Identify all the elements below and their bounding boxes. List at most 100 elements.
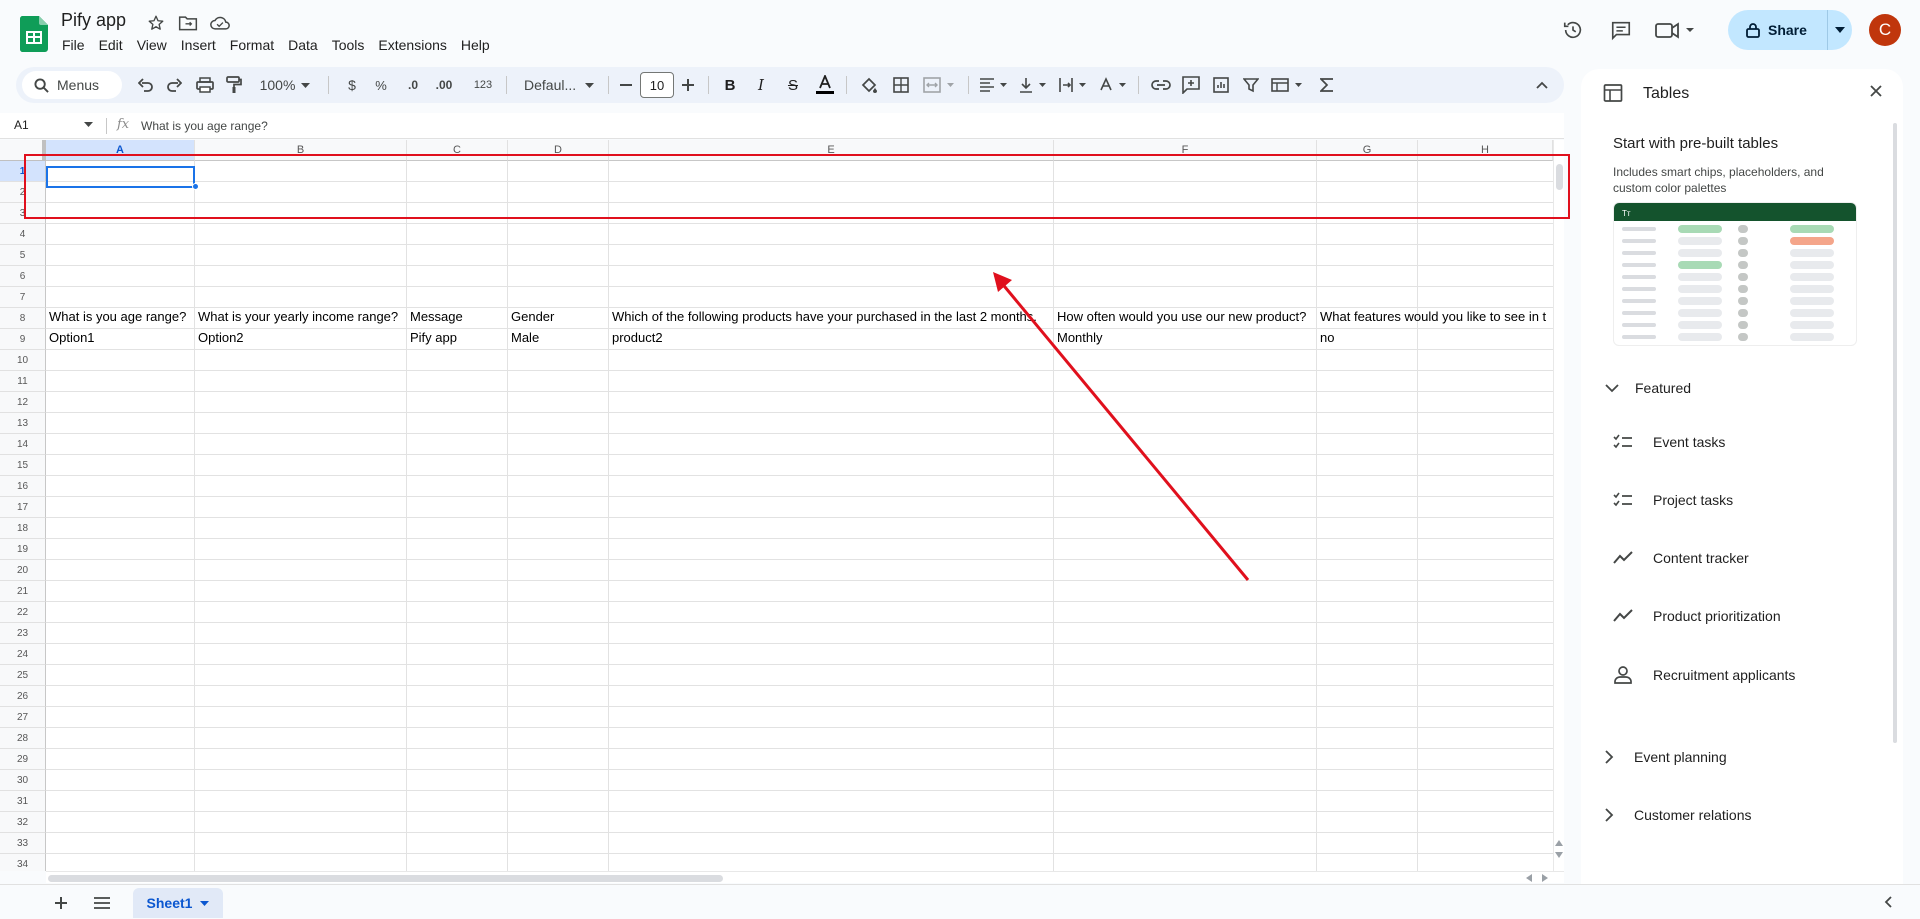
menu-format[interactable]: Format: [223, 36, 281, 54]
comments-icon[interactable]: [1601, 10, 1641, 50]
row-header-26[interactable]: 26: [0, 686, 46, 707]
row-header-15[interactable]: 15: [0, 455, 46, 476]
share-button[interactable]: Share: [1728, 10, 1852, 50]
row-header-30[interactable]: 30: [0, 770, 46, 791]
italic-icon[interactable]: I: [750, 73, 772, 97]
template-content-tracker[interactable]: Content tracker: [1613, 550, 1749, 566]
star-icon[interactable]: [145, 12, 167, 34]
row-header-20[interactable]: 20: [0, 560, 46, 581]
row-header-10[interactable]: 10: [0, 350, 46, 371]
spreadsheet-grid[interactable]: ABCDEFGH 1 2 3 4 5 6 7 8 9 10 11 12 13 14 15 16 17 18 19 20…: [0, 140, 1564, 871]
text-wrapping-icon[interactable]: [1056, 73, 1092, 97]
undo-icon[interactable]: [134, 73, 158, 97]
meet-icon[interactable]: [1650, 10, 1702, 50]
row-header-9[interactable]: 9: [0, 329, 46, 350]
sheet-tab-sheet1[interactable]: Sheet1: [133, 888, 223, 918]
close-icon[interactable]: [1869, 84, 1883, 98]
scroll-right-icon[interactable]: [1542, 874, 1548, 882]
zoom-select[interactable]: 100%: [258, 73, 312, 97]
collapse-toolbar-icon[interactable]: [1530, 73, 1554, 97]
collapse-side-panel-icon[interactable]: [1883, 896, 1895, 908]
row-header-19[interactable]: 19: [0, 539, 46, 560]
search-menus-button[interactable]: Menus: [22, 71, 122, 99]
template-event-tasks[interactable]: Event tasks: [1613, 434, 1725, 450]
row-header-24[interactable]: 24: [0, 644, 46, 665]
row-header-8[interactable]: 8: [0, 308, 46, 329]
cell-D2[interactable]: Male: [508, 327, 609, 348]
menu-data[interactable]: Data: [281, 36, 325, 54]
print-icon[interactable]: [192, 73, 218, 97]
scroll-down-icon[interactable]: [1555, 852, 1563, 858]
menu-help[interactable]: Help: [454, 36, 497, 54]
row-header-23[interactable]: 23: [0, 623, 46, 644]
strikethrough-icon[interactable]: S: [782, 73, 804, 97]
row-header-17[interactable]: 17: [0, 497, 46, 518]
insert-link-icon[interactable]: [1148, 73, 1174, 97]
cell-C1[interactable]: Message: [407, 306, 508, 327]
menu-extensions[interactable]: Extensions: [371, 36, 453, 54]
scroll-left-icon[interactable]: [1526, 874, 1532, 882]
filter-views-icon[interactable]: [1268, 73, 1308, 97]
menu-edit[interactable]: Edit: [92, 36, 130, 54]
move-folder-icon[interactable]: [177, 12, 199, 34]
row-header-13[interactable]: 13: [0, 413, 46, 434]
cell-D1[interactable]: Gender: [508, 306, 609, 327]
more-formats-button[interactable]: 123: [470, 73, 496, 97]
bold-icon[interactable]: B: [719, 73, 741, 97]
share-dropdown-icon[interactable]: [1828, 27, 1852, 33]
formula-input[interactable]: What is you age range?: [141, 119, 268, 133]
row-header-11[interactable]: 11: [0, 371, 46, 392]
account-avatar[interactable]: C: [1869, 14, 1901, 46]
horizontal-scroll-thumb[interactable]: [48, 875, 723, 882]
cell-G1[interactable]: What features would you like to see in t: [1317, 306, 1553, 327]
vertical-align-icon[interactable]: [1016, 73, 1052, 97]
redo-icon[interactable]: [162, 73, 186, 97]
template-recruitment-applicants[interactable]: Recruitment applicants: [1613, 666, 1795, 684]
all-sheets-icon[interactable]: [90, 891, 114, 915]
functions-icon[interactable]: [1316, 73, 1338, 97]
customer-relations-section-toggle[interactable]: Customer relations: [1605, 807, 1752, 823]
featured-section-toggle[interactable]: Featured: [1605, 380, 1691, 396]
cell-B2[interactable]: Option2: [195, 327, 407, 348]
row-header-28[interactable]: 28: [0, 728, 46, 749]
panel-scrollbar[interactable]: [1893, 123, 1898, 743]
filter-icon[interactable]: [1238, 73, 1264, 97]
row-header-34[interactable]: 34: [0, 854, 46, 871]
row-header-21[interactable]: 21: [0, 581, 46, 602]
decrease-font-size-icon[interactable]: [616, 73, 636, 97]
format-currency-button[interactable]: $: [342, 73, 362, 97]
row-header-31[interactable]: 31: [0, 791, 46, 812]
insert-comment-icon[interactable]: [1178, 73, 1204, 97]
font-size-input[interactable]: 10: [640, 72, 674, 98]
row-header-5[interactable]: 5: [0, 245, 46, 266]
menu-file[interactable]: File: [55, 36, 92, 54]
menu-insert[interactable]: Insert: [174, 36, 223, 54]
chevron-down-icon[interactable]: [84, 122, 93, 127]
template-project-tasks[interactable]: Project tasks: [1613, 492, 1733, 508]
sheets-logo-icon[interactable]: [20, 16, 48, 52]
horizontal-align-icon[interactable]: [976, 73, 1012, 97]
row-header-12[interactable]: 12: [0, 392, 46, 413]
row-header-32[interactable]: 32: [0, 812, 46, 833]
borders-icon[interactable]: [888, 73, 914, 97]
text-rotation-icon[interactable]: [1096, 73, 1132, 97]
name-box[interactable]: A1: [14, 118, 29, 132]
row-header-25[interactable]: 25: [0, 665, 46, 686]
row-header-18[interactable]: 18: [0, 518, 46, 539]
cell-A1[interactable]: What is you age range?: [46, 306, 195, 327]
format-percent-button[interactable]: %: [371, 73, 391, 97]
cell-B1[interactable]: What is your yearly income range?: [195, 306, 407, 327]
scroll-up-icon[interactable]: [1555, 840, 1563, 846]
row-header-27[interactable]: 27: [0, 707, 46, 728]
event-planning-section-toggle[interactable]: Event planning: [1605, 749, 1727, 765]
increase-decimal-button[interactable]: .00: [430, 73, 458, 97]
horizontal-scrollbar[interactable]: [46, 871, 1564, 883]
add-sheet-icon[interactable]: [49, 891, 73, 915]
row-header-7[interactable]: 7: [0, 287, 46, 308]
paint-format-icon[interactable]: [222, 73, 246, 97]
template-product-prioritization[interactable]: Product prioritization: [1613, 608, 1781, 624]
cloud-saved-icon[interactable]: [209, 12, 231, 34]
row-header-22[interactable]: 22: [0, 602, 46, 623]
merge-cells-icon[interactable]: [920, 73, 960, 97]
font-select[interactable]: Defaul...: [518, 73, 600, 97]
